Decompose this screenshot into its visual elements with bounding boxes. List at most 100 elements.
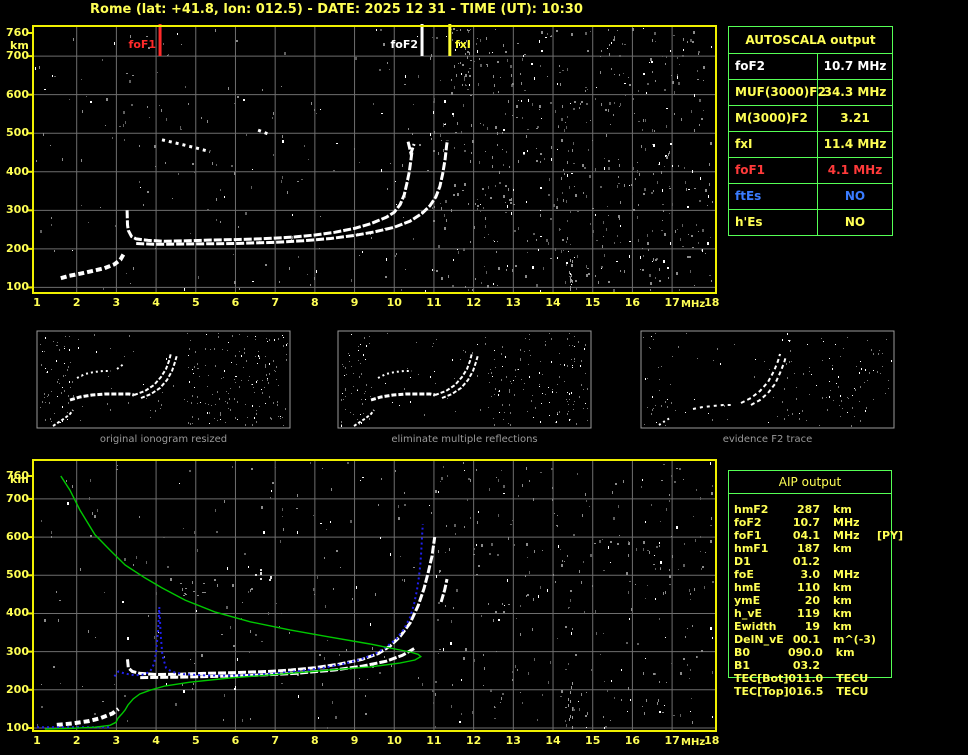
aip-cell: 090.0 (788, 646, 823, 659)
autoscala-row-M(3000)F2: M(3000)F23.21 (729, 106, 892, 132)
aip-cell: B1 (734, 659, 788, 672)
autoscala-table: AUTOSCALA output foF210.7 MHzMUF(3000)F2… (728, 26, 893, 236)
y-tick-label: 400 (1, 606, 29, 619)
x-tick-label: 9 (343, 296, 367, 309)
top-ionogram-plot (33, 26, 716, 293)
x-tick-label: 13 (501, 734, 525, 747)
x-tick-label: 16 (620, 296, 644, 309)
aip-cell: 00.1 (788, 633, 820, 646)
marker-label-foF1: foF1 (116, 38, 156, 51)
thumbnail-f2-trace (641, 331, 894, 428)
y-tick-label: 200 (1, 242, 29, 255)
autoscala-table-header: AUTOSCALA output (729, 27, 892, 54)
aip-cell: 10.7 (788, 516, 820, 529)
autoscala-row-value: 10.7 MHz (818, 54, 892, 79)
x-tick-label: 9 (343, 734, 367, 747)
aip-row-TEC[Bot]: TEC[Bot]011.0 TECU (729, 672, 959, 685)
y-tick-label: 700 (1, 492, 29, 505)
aip-row-hmF1: hmF1187 km (729, 542, 959, 555)
x-tick-label: 1 (25, 734, 49, 747)
aip-cell: h_vE (734, 607, 788, 620)
x-tick-label: 16 (620, 734, 644, 747)
aip-cell: km (836, 646, 876, 659)
x-tick-label: 2 (65, 734, 89, 747)
aip-cell: 187 (788, 542, 820, 555)
km-axis-label: km (10, 39, 29, 52)
aip-cell: 011.0 (788, 672, 823, 685)
mhz-axis-label: MHz (681, 299, 705, 310)
autoscala-row-value: 4.1 MHz (818, 158, 892, 183)
aip-cell: 3.0 (788, 568, 820, 581)
autoscala-row-value: NO (818, 184, 892, 209)
aip-row-hmE: hmE110 km (729, 581, 959, 594)
aip-cell: 19 (788, 620, 820, 633)
aip-cell: TECU (836, 685, 876, 698)
aip-cell: 20 (788, 594, 820, 607)
aip-cell: km (833, 581, 873, 594)
thumbnail-caption: evidence F2 trace (641, 434, 894, 445)
aip-cell: foF1 (734, 529, 788, 542)
aip-row-TEC[Top]: TEC[Top]016.5TECU (729, 685, 959, 698)
aip-cell: TECU (836, 672, 876, 685)
aip-row-D1: D101.2 (729, 555, 959, 568)
x-tick-label: 3 (104, 734, 128, 747)
bottom-ionogram-plot (33, 460, 716, 731)
x-tick-label: 10 (382, 734, 406, 747)
aip-cell: 016.5 (789, 685, 824, 698)
aip-cell: D1 (734, 555, 788, 568)
autoscala-row-foF1: foF14.1 MHz (729, 158, 892, 184)
aip-cell: km (833, 503, 873, 516)
aip-cell: Ewidth (734, 620, 788, 633)
x-tick-label: 7 (263, 296, 287, 309)
x-tick-label: 12 (462, 296, 486, 309)
autoscala-row-foF2: foF210.7 MHz (729, 54, 892, 80)
autoscala-row-ftEs: ftEsNO (729, 184, 892, 210)
aip-cell: hmE (734, 581, 788, 594)
autoscala-row-label: foF1 (729, 158, 818, 183)
aip-row-Ewidth: Ewidth19km (729, 620, 959, 633)
x-tick-label: 6 (223, 296, 247, 309)
x-tick-label: 14 (541, 296, 565, 309)
aip-cell: hmF1 (734, 542, 788, 555)
x-tick-label: 8 (303, 734, 327, 747)
aip-cell: [PY] (877, 529, 903, 542)
y-tick-label: 500 (1, 126, 29, 139)
x-tick-label: 4 (144, 734, 168, 747)
autoscala-table-body: foF210.7 MHzMUF(3000)F234.3 MHzM(3000)F2… (729, 54, 892, 235)
y-tick-label: 100 (1, 280, 29, 293)
aip-cell: MHz (833, 516, 873, 529)
thumbnail-original (37, 331, 290, 428)
aip-cell: km (833, 542, 873, 555)
y-tick-label: 100 (1, 721, 29, 734)
km-axis-label: km (10, 473, 29, 486)
aip-cell: TEC[Bot] (734, 672, 788, 685)
x-tick-label: 4 (144, 296, 168, 309)
autoscala-row-label: fxI (729, 132, 818, 157)
aip-row-h_vE: h_vE119km (729, 607, 959, 620)
thumbnail-caption: eliminate multiple reflections (338, 434, 591, 445)
aip-table-header: AIP output (729, 471, 891, 494)
y-tick-label: 300 (1, 203, 29, 216)
aip-cell: hmF2 (734, 503, 788, 516)
autoscala-row-value: 34.3 MHz (818, 80, 892, 105)
aip-row-B1: B103.2 (729, 659, 959, 672)
aip-row-ymE: ymE20km (729, 594, 959, 607)
x-tick-label: 5 (184, 734, 208, 747)
x-tick-label: 1 (25, 296, 49, 309)
aip-cell: 110 (788, 581, 820, 594)
aip-cell: B0 (734, 646, 788, 659)
y-tick-label: 760 (1, 26, 29, 39)
aip-row-foF1: foF104.1MHz[PY] (729, 529, 959, 542)
thumbnail-filtered (338, 331, 591, 428)
aip-cell (833, 555, 873, 568)
autoscala-row-value: 3.21 (818, 106, 892, 131)
marker-label-foF2: foF2 (378, 38, 418, 51)
autoscala-row-value: 11.4 MHz (818, 132, 892, 157)
aip-cell: foE (734, 568, 788, 581)
autoscala-row-label: h'Es (729, 210, 818, 235)
y-tick-label: 600 (1, 88, 29, 101)
aip-cell: MHz (833, 568, 873, 581)
x-tick-label: 14 (541, 734, 565, 747)
y-tick-label: 200 (1, 683, 29, 696)
aip-cell: ymE (734, 594, 788, 607)
